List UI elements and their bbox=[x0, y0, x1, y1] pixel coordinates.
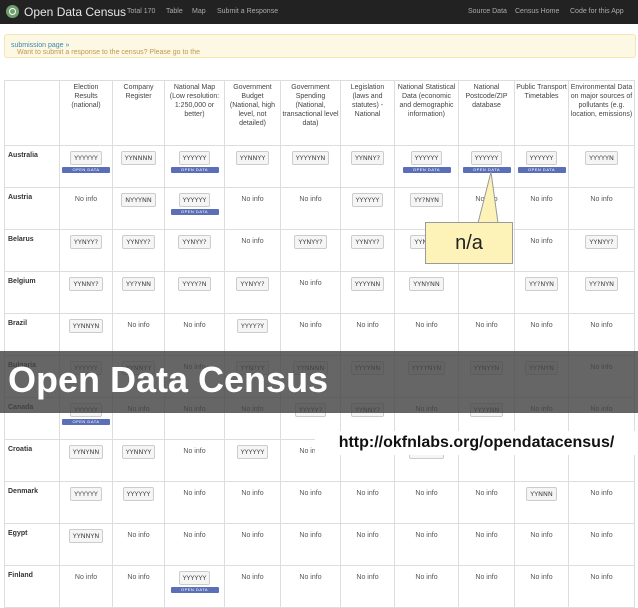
no-info-text: No info bbox=[356, 532, 379, 539]
overlay-title: Open Data Census bbox=[8, 359, 329, 400]
table-cell: No info bbox=[280, 565, 341, 608]
response-code-button[interactable]: YYYYYY bbox=[70, 487, 102, 501]
no-info-text: No info bbox=[183, 490, 206, 497]
table-cell: No info bbox=[280, 481, 341, 524]
no-info-text: No info bbox=[415, 574, 438, 581]
no-info-text: No info bbox=[127, 574, 150, 581]
no-info-text: No info bbox=[299, 490, 322, 497]
table-cell: No info bbox=[59, 565, 113, 608]
no-info-text: No info bbox=[530, 532, 553, 539]
table-cell: No info bbox=[164, 523, 225, 566]
no-info-text: No info bbox=[74, 574, 98, 581]
no-info-text: No info bbox=[415, 490, 438, 497]
table-cell: YYNNN bbox=[514, 481, 569, 524]
table-cell: No info bbox=[280, 523, 341, 566]
table-cell: No info bbox=[458, 481, 515, 524]
no-info-text: No info bbox=[590, 490, 613, 497]
table-row: Denmark YYYYYY YYYYYY No info No info No info… bbox=[4, 481, 635, 524]
footer-url: http://okfnlabs.org/opendatacensus/ bbox=[315, 431, 638, 455]
table-row: Egypt YYNNYN No info No info No info No info N… bbox=[4, 523, 635, 566]
no-info-text: No info bbox=[299, 532, 322, 539]
table-cell: YYYYYY bbox=[112, 481, 165, 524]
no-info-text: No info bbox=[590, 532, 613, 539]
no-info-text: No info bbox=[590, 574, 613, 581]
country-name: Denmark bbox=[4, 481, 60, 524]
no-info-text: No info bbox=[475, 490, 498, 497]
callout-text: n/a bbox=[455, 231, 483, 254]
no-info-text: No info bbox=[241, 574, 264, 581]
table-cell: No info bbox=[340, 523, 395, 566]
table-cell: No info bbox=[568, 565, 635, 608]
table-cell: YYYYYY OPEN DATA bbox=[164, 565, 225, 608]
country-name: Egypt bbox=[4, 523, 60, 566]
no-info-text: No info bbox=[241, 490, 264, 497]
title-overlay-band: Open Data Census bbox=[0, 351, 638, 413]
no-info-text: No info bbox=[530, 574, 553, 581]
table-cell: YYNNYN bbox=[59, 523, 113, 566]
table-cell: No info bbox=[224, 523, 281, 566]
table-cell: No info bbox=[224, 481, 281, 524]
no-info-text: No info bbox=[183, 532, 206, 539]
table-cell: No info bbox=[568, 523, 635, 566]
table-cell: No info bbox=[514, 523, 569, 566]
open-data-badge: OPEN DATA bbox=[170, 587, 219, 593]
no-info-text: No info bbox=[475, 532, 498, 539]
na-callout: n/a bbox=[425, 222, 513, 264]
no-info-text: No info bbox=[356, 490, 379, 497]
table-cell: No info bbox=[568, 481, 635, 524]
table-cell: No info bbox=[394, 523, 459, 566]
no-info-text: No info bbox=[127, 532, 150, 539]
table-cell: No info bbox=[458, 565, 515, 608]
response-code-button[interactable]: YYNNN bbox=[526, 487, 557, 501]
no-info-text: No info bbox=[415, 532, 438, 539]
table-cell: No info bbox=[340, 481, 395, 524]
no-info-text: No info bbox=[241, 532, 264, 539]
table-cell: No info bbox=[394, 565, 459, 608]
table-cell: No info bbox=[164, 481, 225, 524]
table-cell: No info bbox=[340, 565, 395, 608]
table-cell: No info bbox=[458, 523, 515, 566]
table-cell: YYYYYY bbox=[59, 481, 113, 524]
table-row: Finland No info No info YYYYYY OPEN DATA No i… bbox=[4, 565, 635, 608]
no-info-text: No info bbox=[475, 574, 498, 581]
table-cell: No info bbox=[514, 565, 569, 608]
table-cell: No info bbox=[224, 565, 281, 608]
response-code-button[interactable]: YYYYYY bbox=[178, 571, 211, 585]
table-cell: No info bbox=[112, 523, 165, 566]
table-cell: No info bbox=[112, 565, 165, 608]
response-code-button[interactable]: YYYYYY bbox=[122, 487, 155, 501]
table-cell: No info bbox=[394, 481, 459, 524]
no-info-text: No info bbox=[356, 574, 379, 581]
no-info-text: No info bbox=[299, 574, 322, 581]
country-name: Finland bbox=[4, 565, 60, 608]
response-code-button[interactable]: YYNNYN bbox=[68, 529, 104, 543]
